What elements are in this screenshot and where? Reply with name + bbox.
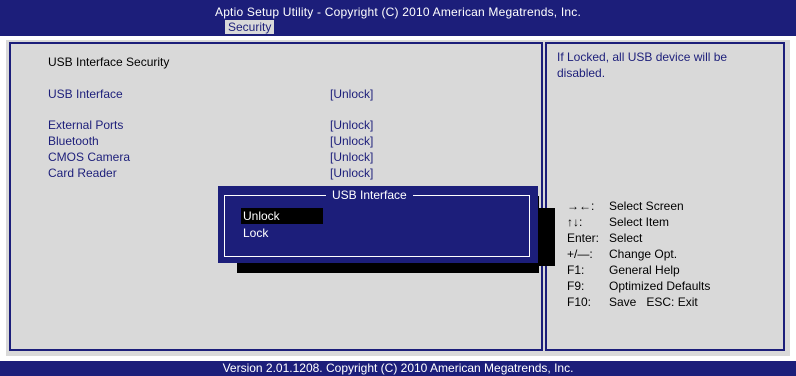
setting-label-bluetooth[interactable]: Bluetooth xyxy=(48,134,99,148)
option-lock[interactable]: Lock xyxy=(241,225,323,241)
option-unlock[interactable]: Unlock xyxy=(241,208,323,224)
setting-value-card-reader[interactable]: [Unlock] xyxy=(330,166,373,180)
setting-label-usb-interface[interactable]: USB Interface xyxy=(48,87,123,101)
popup-title: USB Interface xyxy=(326,188,413,202)
setting-label-cmos-camera[interactable]: CMOS Camera xyxy=(48,150,130,164)
header-bar: Aptio Setup Utility - Copyright (C) 2010… xyxy=(0,0,796,36)
setting-value-bluetooth[interactable]: [Unlock] xyxy=(330,134,373,148)
help-text: If Locked, all USB device will be disabl… xyxy=(557,50,728,80)
arrows-up-down-icon: ↑↓: xyxy=(567,215,583,229)
section-title: USB Interface Security xyxy=(48,55,170,69)
setting-label-external-ports[interactable]: External Ports xyxy=(48,118,123,132)
setting-value-usb-interface[interactable]: [Unlock] xyxy=(330,87,373,101)
popup-shadow-right xyxy=(539,208,555,266)
app-title: Aptio Setup Utility - Copyright (C) 2010… xyxy=(214,5,582,19)
setting-value-external-ports[interactable]: [Unlock] xyxy=(330,118,373,132)
setting-label-card-reader[interactable]: Card Reader xyxy=(48,166,117,180)
setting-value-cmos-camera[interactable]: [Unlock] xyxy=(330,150,373,164)
usb-interface-popup: USB Interface Unlock Lock xyxy=(218,186,538,263)
tab-security[interactable]: Security xyxy=(225,20,275,34)
footer-version: Version 2.01.1208. Copyright (C) 2010 Am… xyxy=(0,361,796,376)
arrows-left-right-icon: →←: xyxy=(567,199,595,213)
